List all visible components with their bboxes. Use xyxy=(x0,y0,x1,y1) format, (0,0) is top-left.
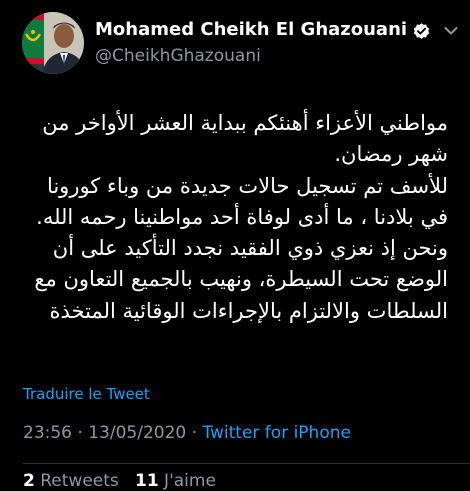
divider xyxy=(23,463,470,464)
tweet-text: مواطني الأعزاء أهنئكم ببداية العشر الأوا… xyxy=(20,108,448,327)
retweets-stat[interactable]: 2 Retweets xyxy=(23,471,119,491)
tweet-source-link[interactable]: Twitter for iPhone xyxy=(202,423,351,443)
likes-label: J'aime xyxy=(158,471,216,491)
tweet-paragraph: للأسف تم تسجيل حالات جديدة من وباء كورون… xyxy=(36,173,448,229)
translate-tweet-link[interactable]: Traduire le Tweet xyxy=(23,385,150,403)
likes-stat[interactable]: 11 J'aime xyxy=(135,471,216,491)
chevron-down-icon[interactable] xyxy=(444,26,458,36)
retweets-label: Retweets xyxy=(34,471,119,491)
tweet-date: 13/05/2020 xyxy=(88,423,187,443)
tweet-metadata: 23:56 · 13/05/2020 · Twitter for iPhone xyxy=(23,423,351,443)
author-handle[interactable]: @CheikhGhazouani xyxy=(95,46,261,66)
tweet-paragraph: مواطني الأعزاء أهنئكم ببداية العشر الأوا… xyxy=(42,111,448,167)
likes-count: 11 xyxy=(134,471,159,491)
tweet-time: 23:56 xyxy=(23,423,72,443)
retweets-count: 2 xyxy=(23,471,35,491)
meta-separator: · xyxy=(72,423,89,443)
verified-badge-icon xyxy=(413,23,430,39)
engagement-stats: 2 Retweets 11 J'aime xyxy=(23,471,216,491)
meta-separator: · xyxy=(186,423,203,443)
profile-photo-icon xyxy=(22,12,84,74)
tweet-paragraph: ونحن إذ نعزي ذوي الفقيد نجدد التأكيد على… xyxy=(34,236,448,323)
avatar[interactable] xyxy=(22,12,84,74)
author-display-name[interactable]: Mohamed Cheikh El Ghazouani ... مح xyxy=(95,19,410,40)
